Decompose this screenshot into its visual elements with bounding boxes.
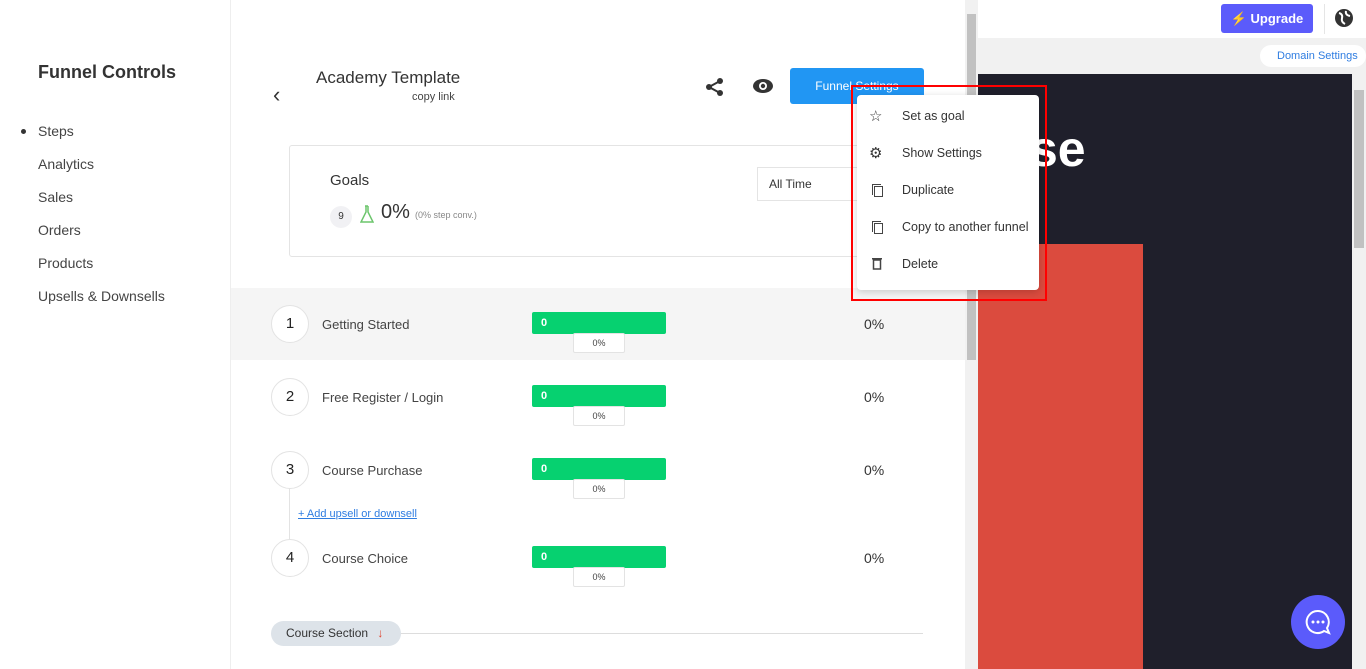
sidebar-item-products[interactable]: Products [38, 255, 93, 271]
goals-card: Goals 9 0% (0% step conv.) All Time [289, 145, 889, 257]
step-row[interactable]: 2 Free Register / Login 0 0% 0% [231, 361, 965, 433]
goals-percent: 0% [381, 201, 410, 223]
step-rate: 0% [864, 550, 885, 566]
chat-button[interactable] [1291, 595, 1345, 649]
sidebar-item-steps[interactable]: Steps [38, 123, 74, 139]
eye-icon[interactable] [752, 78, 774, 94]
step-bar-percent: 0% [573, 333, 625, 353]
sidebar-item-analytics[interactable]: Analytics [38, 156, 94, 172]
sidebar-item-orders[interactable]: Orders [38, 222, 81, 238]
preview-scrollbar[interactable] [1352, 74, 1366, 669]
highlight-box [851, 85, 1047, 301]
sidebar-item-upsells[interactable]: Upsells & Downsells [38, 288, 165, 304]
sidebar-title: Funnel Controls [38, 62, 176, 82]
upgrade-button[interactable]: ⚡ Upgrade [1221, 4, 1313, 33]
step-name[interactable]: Getting Started [322, 317, 409, 332]
globe-icon[interactable] [1334, 8, 1354, 28]
active-dot [21, 129, 26, 134]
share-icon[interactable] [705, 77, 725, 97]
sidebar: Funnel Controls Steps Analytics Sales Or… [0, 0, 231, 669]
step-row[interactable]: 4 Course Choice 0 0% 0% [231, 522, 965, 594]
step-bar-percent: 0% [573, 406, 625, 426]
section-label: Course Section [286, 626, 369, 640]
step-row[interactable]: 3 Course Purchase 0 0% 0% [231, 434, 965, 506]
back-chevron-icon[interactable]: ‹ [273, 82, 280, 108]
step-rate: 0% [864, 389, 885, 405]
arrow-down-icon: ↓ [377, 626, 384, 640]
lightning-icon: ⚡ [1230, 11, 1247, 26]
goals-step-conv: (0% step conv.) [415, 210, 477, 220]
domain-settings-button[interactable]: Domain Settings [1260, 45, 1366, 67]
step-bar-percent: 0% [573, 567, 625, 587]
goals-title: Goals [330, 172, 370, 189]
step-bar: 0 [532, 546, 666, 568]
upgrade-label: Upgrade [1250, 11, 1304, 26]
step-bar: 0 [532, 458, 666, 480]
funnel-title: Academy Template [316, 68, 461, 87]
divider [1324, 4, 1325, 34]
add-upsell-link[interactable]: + Add upsell or downsell [298, 508, 417, 520]
course-section-toggle[interactable]: Course Section ↓ [271, 621, 401, 646]
step-rate: 0% [864, 462, 885, 478]
step-number: 1 [271, 305, 309, 343]
preview-image-block [978, 244, 1143, 669]
chat-icon [1305, 609, 1331, 635]
goals-count-badge: 9 [330, 206, 352, 228]
step-bar: 0 [532, 385, 666, 407]
scrollbar-thumb[interactable] [1354, 90, 1364, 248]
step-rate: 0% [864, 316, 885, 332]
sidebar-item-sales[interactable]: Sales [38, 189, 73, 205]
step-number: 2 [271, 378, 309, 416]
step-bar-percent: 0% [573, 479, 625, 499]
step-bar: 0 [532, 312, 666, 334]
step-name[interactable]: Course Choice [322, 551, 408, 566]
step-name[interactable]: Course Purchase [322, 463, 422, 478]
step-number: 3 [271, 451, 309, 489]
divider [401, 633, 923, 634]
step-name[interactable]: Free Register / Login [322, 390, 443, 405]
copy-link[interactable]: copy link [412, 91, 455, 103]
flask-icon [360, 205, 374, 223]
step-number: 4 [271, 539, 309, 577]
